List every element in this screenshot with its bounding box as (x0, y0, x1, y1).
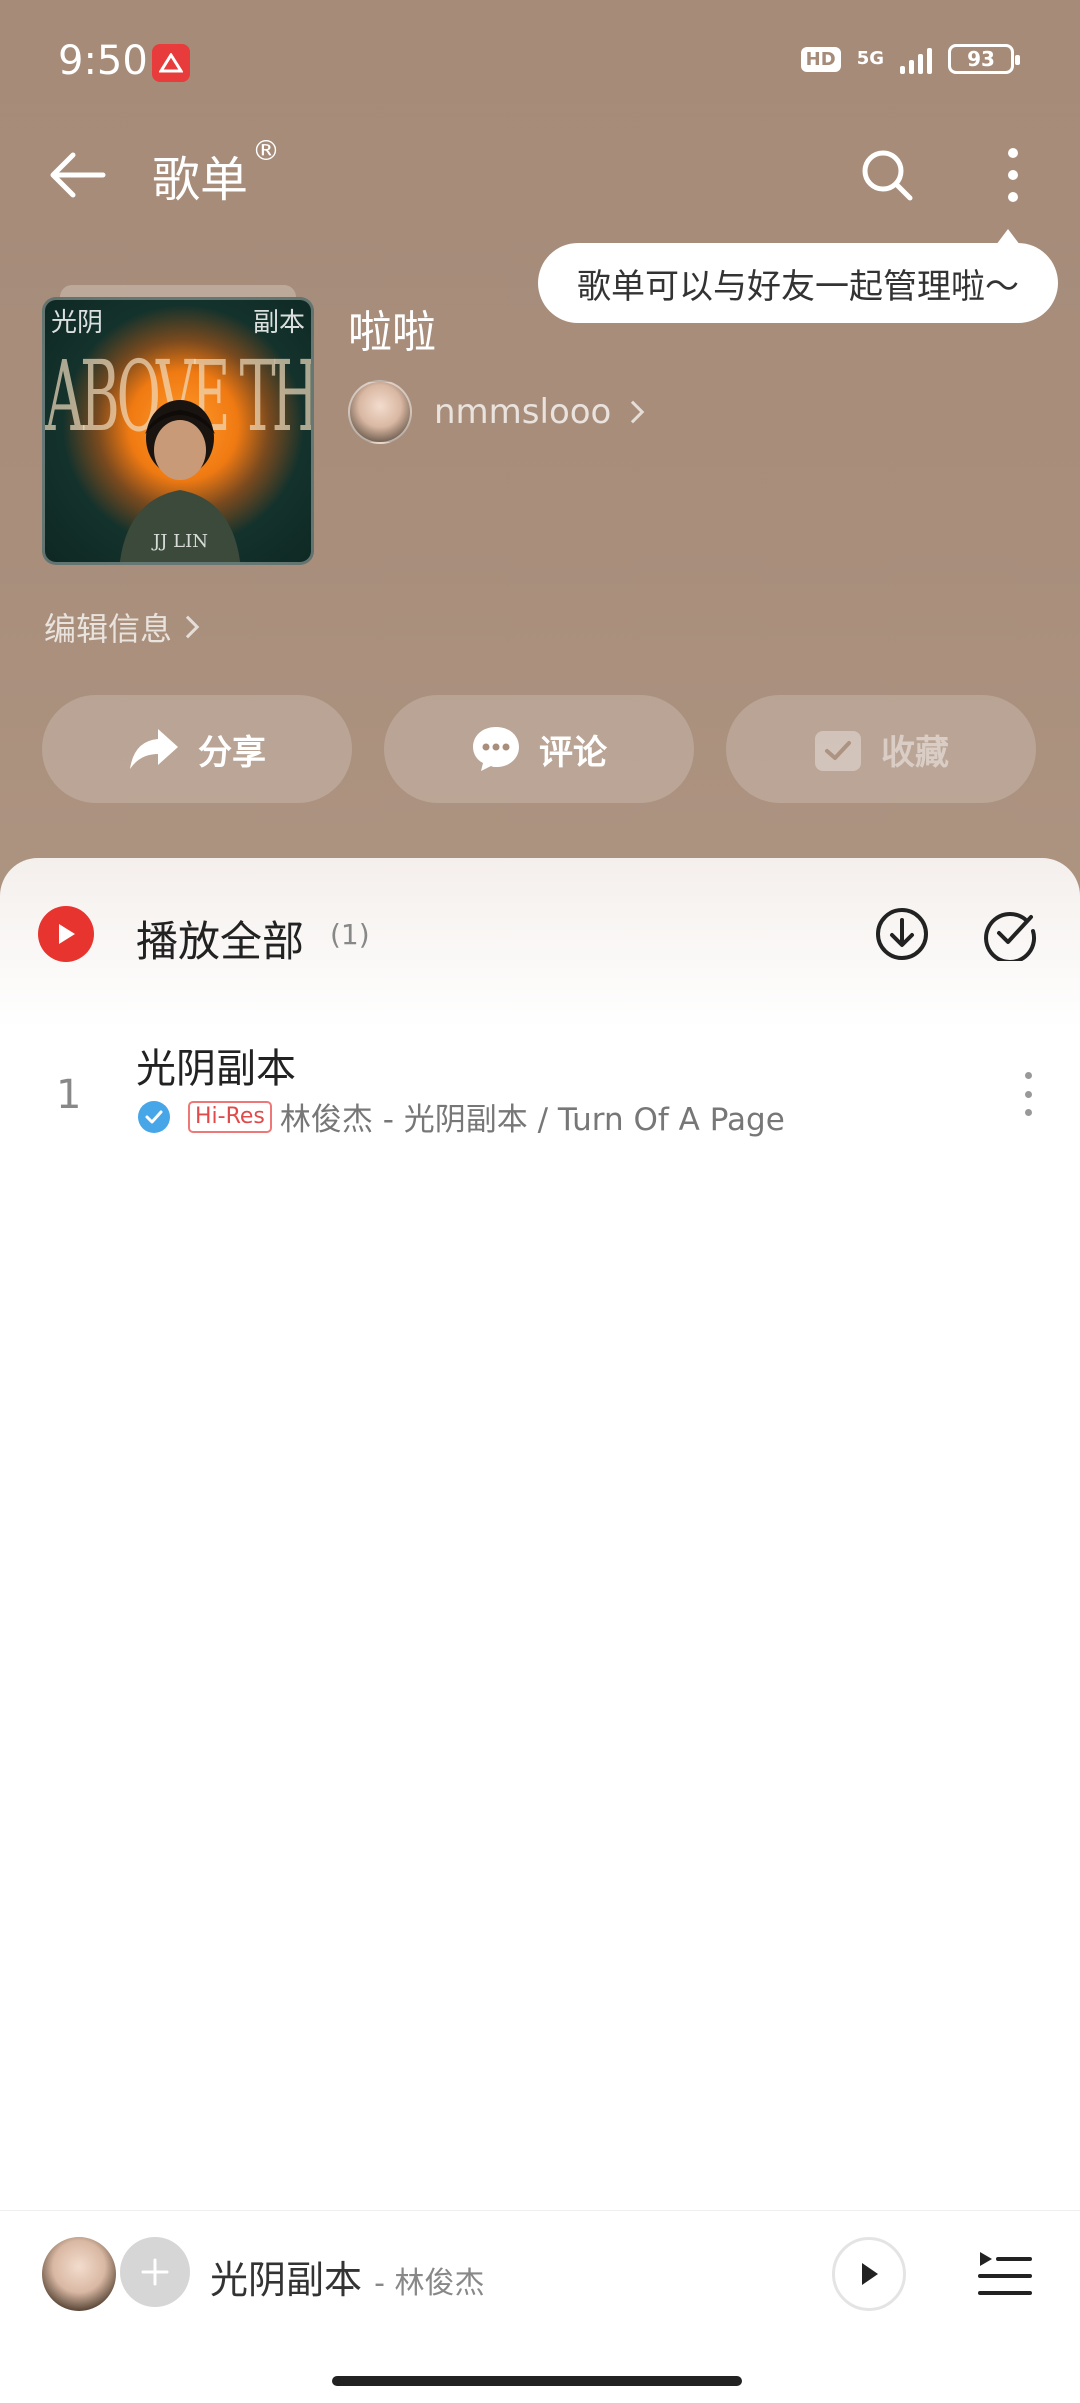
now-playing-artist: - 林俊杰 (374, 2266, 485, 2301)
now-playing-title: 光阴副本 (210, 2258, 363, 2302)
search-icon (862, 150, 913, 201)
page-title-text: 歌单 (152, 152, 249, 208)
cover-artist-text: JJ LIN (153, 531, 208, 552)
play-button[interactable] (832, 2237, 906, 2311)
playlist-cover[interactable]: 光阴 副本 ABOVE THE FRAY JJ LIN (42, 285, 314, 565)
chevron-right-icon (176, 615, 200, 639)
play-all-label[interactable]: 播放全部 (136, 908, 304, 969)
play-all-row[interactable]: 播放全部 (1) (0, 858, 1080, 1008)
owner-link[interactable]: nmmslooo (348, 380, 645, 444)
status-indicators: HD 5G 93 (800, 44, 1020, 74)
network-type: 5G (856, 48, 884, 69)
plus-icon (141, 2258, 169, 2286)
dot (1024, 1090, 1032, 1098)
verified-icon (138, 1100, 170, 1133)
tooltip-text: 歌单可以与好友一起管理啦～ (577, 266, 1019, 307)
collect-button[interactable]: 收藏 (726, 695, 1036, 803)
chevron-right-icon (622, 400, 645, 424)
now-playing-text[interactable]: 光阴副本 - 林俊杰 (210, 2249, 484, 2304)
song-more-button[interactable] (1008, 1064, 1048, 1124)
download-button[interactable] (870, 902, 934, 966)
registered-mark: ® (252, 134, 281, 167)
comment-button[interactable]: 评论 (384, 695, 694, 803)
cover-title-left: 光阴 (51, 308, 104, 338)
queue-button[interactable] (976, 2245, 1034, 2303)
collect-label: 收藏 (881, 732, 949, 773)
cover-top-text: 光阴 副本 (51, 302, 305, 339)
comment-icon (473, 727, 519, 771)
home-indicator[interactable] (332, 2376, 742, 2386)
status-bar: 9:50 HD 5G 93 (0, 0, 1080, 130)
collab-tooltip[interactable]: 歌单可以与好友一起管理啦～ (538, 229, 1058, 323)
share-button[interactable]: 分享 (42, 695, 352, 803)
share-label: 分享 (198, 732, 266, 773)
search-button[interactable] (852, 140, 922, 210)
battery-icon: 93 (948, 44, 1020, 74)
more-options-button[interactable] (978, 140, 1048, 210)
battery-level: 93 (967, 47, 995, 71)
playlist-name: 啦啦 (348, 307, 436, 358)
owner-name: nmmslooo (434, 392, 612, 432)
check-circle-icon (984, 912, 1037, 961)
hd-badge: HD (800, 46, 841, 72)
multi-select-button[interactable] (978, 902, 1042, 966)
now-playing-art[interactable] (42, 2237, 116, 2311)
mini-player[interactable]: 光阴副本 - 林俊杰 (0, 2210, 1080, 2330)
play-circle-icon[interactable] (38, 906, 94, 962)
signal-icon (900, 44, 932, 74)
dot (1024, 1072, 1032, 1079)
share-icon (130, 729, 178, 769)
download-icon (876, 908, 928, 960)
back-button[interactable] (42, 140, 112, 210)
play-icon (862, 2263, 878, 2285)
song-list-panel: 播放全部 (1) 1 光阴副本 Hi-Res 林俊杰 - 光阴副本 / Turn… (0, 858, 1080, 2403)
hi-res-badge: Hi-Res (188, 1100, 272, 1133)
song-row[interactable]: 1 光阴副本 Hi-Res 林俊杰 - 光阴副本 / Turn Of A Pag… (0, 1028, 1080, 1158)
song-title: 光阴副本 (136, 1046, 296, 1092)
edit-info-link[interactable]: 编辑信息 (44, 604, 200, 650)
action-row: 分享 评论 收藏 (42, 695, 1036, 803)
page-title: 歌单® (152, 134, 280, 210)
song-index: 1 (56, 1072, 82, 1118)
cover-title-right: 副本 (252, 308, 305, 338)
owner-avatar (348, 380, 412, 444)
more-vertical-icon (1008, 148, 1018, 202)
song-meta: Hi-Res 林俊杰 - 光阴副本 / Turn Of A Page (138, 1094, 785, 1139)
playlist-queue-icon (978, 2252, 1032, 2295)
album-art: 光阴 副本 ABOVE THE FRAY JJ LIN (42, 297, 314, 565)
dot (1024, 1109, 1032, 1116)
song-subtitle: 林俊杰 - 光阴副本 / Turn Of A Page (279, 1102, 785, 1138)
comment-label: 评论 (539, 732, 607, 773)
collect-icon (815, 731, 861, 771)
song-count: (1) (330, 918, 370, 951)
app-notification-icon (152, 44, 190, 82)
add-button[interactable] (120, 2237, 190, 2307)
status-time: 9:50 (58, 38, 148, 84)
edit-info-label: 编辑信息 (44, 610, 173, 648)
arrow-left-icon (50, 152, 106, 198)
